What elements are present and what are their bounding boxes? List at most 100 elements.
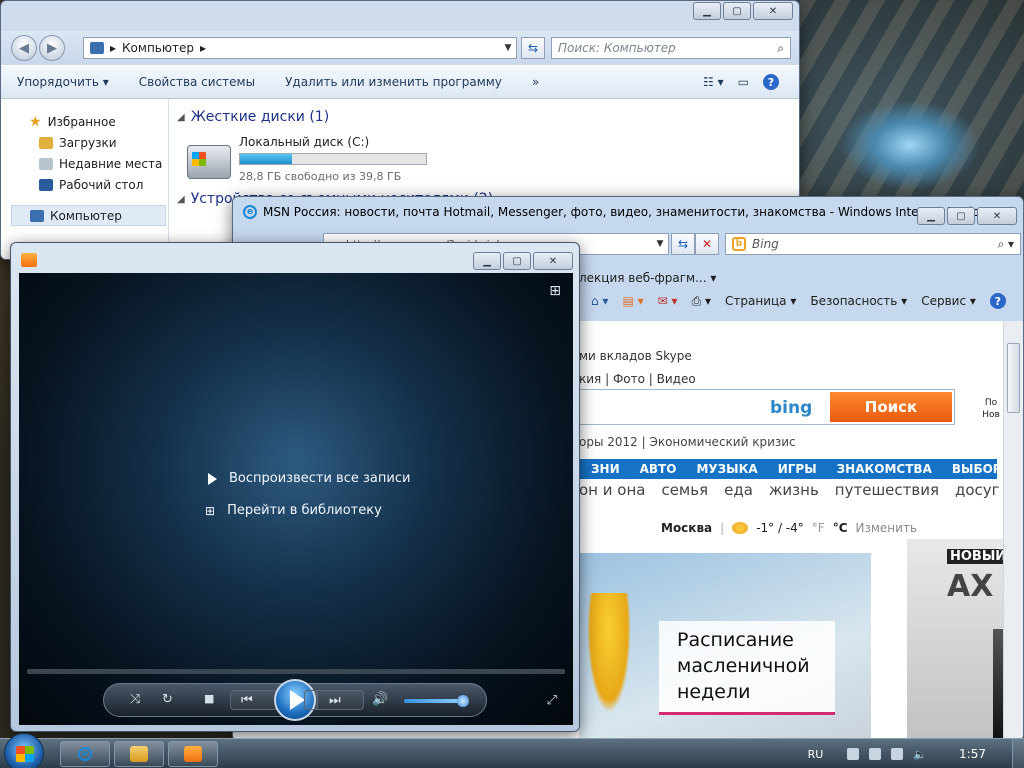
mail-icon[interactable]: ✉ ▾ — [658, 294, 678, 308]
category-item[interactable]: МУЗЫКА — [696, 462, 757, 476]
category-item[interactable]: ЗНИ — [591, 462, 620, 476]
next-icon[interactable]: ⏭ — [329, 693, 341, 708]
play-all-option[interactable]: Воспроизвести все записи — [205, 471, 410, 486]
tag-link[interactable]: семья — [661, 481, 708, 499]
nav-downloads[interactable]: Загрузки — [1, 132, 168, 153]
close-button[interactable]: ✕ — [977, 207, 1017, 225]
view-options-icon[interactable]: ☷ ▾ — [703, 75, 724, 89]
back-button[interactable]: ◀ — [11, 35, 37, 61]
page-menu[interactable]: Страница ▾ — [725, 294, 796, 308]
tag-link[interactable]: досуг — [955, 481, 1000, 499]
maximize-button[interactable]: ▢ — [947, 207, 975, 225]
address-field[interactable]: ▸ Компьютер ▸ ▼ — [83, 37, 517, 59]
start-button[interactable] — [4, 733, 44, 768]
dropdown-arrow-icon[interactable]: ▼ — [500, 43, 516, 53]
nav-desktop[interactable]: Рабочий стол — [1, 174, 168, 195]
category-item[interactable]: ВЫБОРЫ-2012 — [952, 462, 1003, 476]
web-slice-gallery-link[interactable]: лекция веб-фрагм... ▾ — [579, 271, 716, 285]
volume-icon[interactable]: 🔈 — [913, 748, 927, 761]
side-snippet[interactable]: По Нов — [981, 397, 1001, 421]
msn-topic-links[interactable]: оры 2012 | Экономический кризис — [579, 435, 796, 449]
ie-search-input[interactable]: b Bing ⌕ ▾ — [725, 233, 1021, 255]
security-icon[interactable] — [869, 748, 882, 760]
nav-label: Избранное — [47, 114, 116, 129]
volume-slider[interactable] — [404, 695, 470, 707]
units-celsius[interactable]: °C — [833, 521, 848, 535]
system-properties-button[interactable]: Свойства системы — [139, 75, 255, 89]
tag-link[interactable]: еда — [724, 481, 753, 499]
shuffle-icon[interactable]: ⤨ — [130, 692, 140, 707]
previous-icon[interactable]: ⏮ — [241, 693, 253, 708]
taskbar-explorer[interactable] — [114, 741, 164, 767]
taskbar-ie[interactable]: e — [60, 741, 110, 767]
help-icon[interactable]: ? — [763, 74, 779, 90]
msn-bing-search[interactable]: bing Поиск — [579, 389, 955, 425]
volume-icon[interactable]: 🔊 — [372, 692, 388, 707]
tag-link[interactable]: жизнь — [769, 481, 819, 499]
safety-menu[interactable]: Безопасность ▾ — [810, 294, 907, 308]
maximize-button[interactable]: ▢ — [503, 252, 531, 270]
show-desktop-button[interactable] — [1012, 739, 1024, 768]
stop-icon[interactable]: ■ — [204, 692, 214, 705]
clock[interactable]: 1:57 — [959, 747, 986, 761]
repeat-icon[interactable]: ↻ — [162, 692, 173, 707]
go-to-library-option[interactable]: ⊞ Перейти в библиотеку — [205, 503, 382, 518]
category-item[interactable]: ЗНАКОМСТВА — [837, 462, 932, 476]
media-player-window[interactable]: ▁ ▢ ✕ ⊞ Воспроизвести все записи ⊞ Перей… — [10, 242, 580, 732]
minimize-button[interactable]: ▁ — [917, 207, 945, 225]
tag-link[interactable]: путешествия — [835, 481, 939, 499]
uninstall-program-button[interactable]: Удалить или изменить программу — [285, 75, 502, 89]
minimize-button[interactable]: ▁ — [473, 252, 501, 270]
weather-change-link[interactable]: Изменить — [856, 521, 918, 535]
weather-city[interactable]: Москва — [661, 521, 712, 535]
group-header-hard-drives[interactable]: ◢ Жесткие диски (1) — [177, 109, 799, 125]
nav-computer[interactable]: Компьютер — [11, 205, 166, 226]
forward-button[interactable]: ▶ — [39, 35, 65, 61]
maximize-button[interactable]: ▢ — [723, 2, 751, 20]
msn-top-links[interactable]: ми вкладов Skype — [579, 349, 692, 363]
close-button[interactable]: ✕ — [753, 2, 793, 20]
taskbar-media-player[interactable] — [168, 741, 218, 767]
switch-to-library-icon[interactable]: ⊞ — [549, 283, 561, 299]
feeds-icon[interactable]: ▤ ▾ — [622, 294, 643, 308]
print-icon[interactable]: ⎙ ▾ — [692, 294, 711, 309]
msn-media-links[interactable]: кия | Фото | Видео — [579, 372, 696, 386]
tools-menu[interactable]: Сервис ▾ — [921, 294, 976, 308]
action-center-icon[interactable] — [847, 748, 860, 760]
promo-banner[interactable]: Расписание масленичной недели — [579, 553, 871, 740]
refresh-button[interactable]: ⇆ — [671, 233, 695, 255]
nav-favorites[interactable]: ★ Избранное — [1, 111, 168, 132]
more-commands-button[interactable]: » — [532, 75, 539, 89]
preview-pane-icon[interactable]: ▭ — [738, 75, 749, 89]
category-item[interactable]: АВТО — [640, 462, 677, 476]
stop-button[interactable]: ✕ — [695, 233, 719, 255]
search-input[interactable]: Поиск: Компьютер ⌕ — [551, 37, 791, 59]
refresh-button[interactable]: ⇆ — [521, 37, 545, 59]
dropdown-arrow-icon[interactable]: ▼ — [652, 239, 668, 249]
fullscreen-icon[interactable]: ⤢ — [547, 693, 557, 708]
home-icon[interactable]: ⌂ ▾ — [591, 294, 608, 308]
seek-bar[interactable] — [27, 669, 565, 674]
minimize-button[interactable]: ▁ — [693, 2, 721, 20]
ie-vertical-scrollbar[interactable] — [1003, 321, 1023, 740]
advertisement[interactable]: НОВЫЙ AX — [907, 539, 1003, 740]
language-indicator[interactable]: RU — [808, 748, 824, 761]
category-item[interactable]: ИГРЫ — [778, 462, 817, 476]
tag-link[interactable]: он и она — [579, 481, 645, 499]
organize-button[interactable]: Упорядочить ▾ — [17, 75, 109, 89]
nav-recent-places[interactable]: Недавние места — [1, 153, 168, 174]
search-icon[interactable]: ⌕ ▾ — [997, 237, 1014, 252]
volume-knob[interactable] — [457, 695, 470, 707]
search-button[interactable]: Поиск — [830, 392, 952, 422]
search-icon[interactable]: ⌕ — [777, 41, 784, 56]
collapse-arrow-icon[interactable]: ◢ — [177, 112, 185, 123]
network-icon[interactable] — [891, 748, 904, 760]
units-fahrenheit[interactable]: °F — [812, 521, 825, 535]
collapse-arrow-icon[interactable]: ◢ — [177, 194, 185, 205]
drive-c[interactable]: Локальный диск (C:) 28,8 ГБ свободно из … — [187, 135, 427, 183]
close-button[interactable]: ✕ — [533, 252, 573, 270]
help-icon[interactable]: ? — [989, 293, 1006, 309]
scroll-thumb[interactable] — [1007, 343, 1020, 413]
promo-caption[interactable]: Расписание масленичной недели — [659, 621, 835, 715]
video-area[interactable]: ⊞ Воспроизвести все записи ⊞ Перейти в б… — [19, 273, 573, 725]
